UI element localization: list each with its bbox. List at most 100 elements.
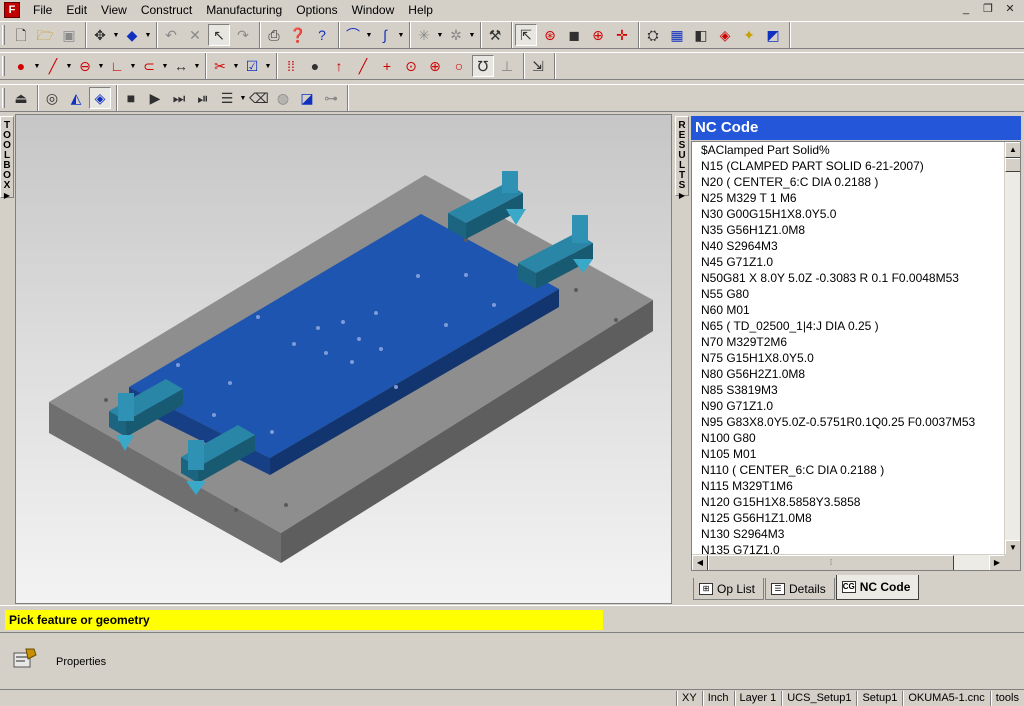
arc-dropdown-icon[interactable]: ▼ (365, 32, 373, 39)
properties-icon[interactable] (12, 647, 38, 669)
status-plane[interactable]: XY (676, 690, 702, 706)
nc-code-line[interactable]: N15 (CLAMPED PART SOLID 6-21-2007) (701, 158, 1001, 174)
snap-diagonal-icon[interactable]: ╱ (352, 55, 374, 77)
stop-icon[interactable]: ■ (120, 87, 142, 109)
menu-edit[interactable]: Edit (59, 0, 94, 20)
status-ucs[interactable]: UCS_Setup1 (781, 690, 856, 706)
feature-pick-icon[interactable]: ⊛ (539, 24, 561, 46)
scroll-right-icon[interactable]: ▶ (989, 555, 1005, 570)
snap-cross-icon[interactable]: + (376, 55, 398, 77)
nc-code-line[interactable]: N85 S3819M3 (701, 382, 1001, 398)
sim-options-dropdown-icon[interactable]: ▼ (239, 95, 247, 102)
horizontal-scrollbar[interactable]: ◀ ⁞ ▶ (692, 554, 1005, 570)
help-pointer-icon[interactable]: ❓ (287, 24, 309, 46)
tab-op-list[interactable]: ⊞ Op List (693, 578, 765, 600)
eraser-icon[interactable]: ⌫ (248, 87, 270, 109)
line-icon[interactable]: ╱ (42, 55, 64, 77)
point-grid-dropdown-icon[interactable]: ▼ (468, 32, 476, 39)
spline-dropdown-icon[interactable]: ▼ (397, 32, 405, 39)
open-folder-icon[interactable]: 🗁 (34, 24, 56, 46)
restore-button[interactable]: ❐ (978, 2, 998, 18)
line-dropdown-icon[interactable]: ▼ (65, 63, 73, 70)
vertical-scroll-thumb[interactable] (1005, 158, 1020, 172)
nc-code-line[interactable]: N100 G80 (701, 430, 1001, 446)
nc-code-list[interactable]: $AClamped Part Solid% N15 (CLAMPED PART S… (691, 141, 1021, 571)
measure-tool-icon[interactable]: ⚒ (484, 24, 506, 46)
step-icon[interactable]: ⏯ (192, 87, 214, 109)
nc-code-line[interactable]: N65 ( TD_02500_1|4:J DIA 0.25 ) (701, 318, 1001, 334)
chart-icon[interactable]: ◪ (296, 87, 318, 109)
toolbar-grip[interactable] (2, 56, 5, 76)
point-icon[interactable]: ● (10, 55, 32, 77)
nc-code-line[interactable]: N20 ( CENTER_6:C DIA 0.2188 ) (701, 174, 1001, 190)
point-dropdown-icon[interactable]: ▼ (33, 63, 41, 70)
nc-code-line[interactable]: N35 G56H1Z1.0M8 (701, 222, 1001, 238)
nc-code-line[interactable]: N130 S2964M3 (701, 526, 1001, 542)
nc-code-line[interactable]: N90 G71Z1.0 (701, 398, 1001, 414)
vertical-scrollbar[interactable]: ▲ ▼ (1004, 142, 1020, 556)
fixture-icon[interactable]: ⊕ (587, 24, 609, 46)
dimension-dropdown-icon[interactable]: ▼ (193, 63, 201, 70)
toolbar-grip[interactable] (2, 25, 5, 45)
shaded-view-icon[interactable]: ◈ (89, 87, 111, 109)
nc-code-line[interactable]: N115 M329T1M6 (701, 478, 1001, 494)
arc-tool-dropdown-icon[interactable]: ▼ (161, 63, 169, 70)
nc-code-line[interactable]: N25 M329 T 1 M6 (701, 190, 1001, 206)
menu-options[interactable]: Options (289, 0, 344, 20)
globe-icon[interactable]: ◍ (272, 87, 294, 109)
menu-construct[interactable]: Construct (134, 0, 199, 20)
help-icon[interactable]: ? (311, 24, 333, 46)
nc-code-line[interactable]: N40 S2964M3 (701, 238, 1001, 254)
nc-code-line[interactable]: N120 G15H1X8.5858Y3.5858 (701, 494, 1001, 510)
nc-code-line[interactable]: N70 M329T2M6 (701, 334, 1001, 350)
point-snap-dropdown-icon[interactable]: ▼ (436, 32, 444, 39)
render-dropdown-icon[interactable]: ▼ (144, 32, 152, 39)
circle-dropdown-icon[interactable]: ▼ (97, 63, 105, 70)
results-tab[interactable]: RESULTS ▶ (675, 116, 689, 200)
arc-curve-icon[interactable]: ⌒ (342, 24, 364, 46)
redo-icon[interactable]: ↷ (232, 24, 254, 46)
toolbar-grip[interactable] (2, 88, 5, 108)
eject-icon[interactable]: ⏏ (10, 87, 32, 109)
snap-perpendicular-icon[interactable]: ⊥ (496, 55, 518, 77)
snap-vertical-icon[interactable]: ↑ (328, 55, 350, 77)
minimize-button[interactable]: _ (956, 2, 976, 18)
delete-icon[interactable]: ✕ (184, 24, 206, 46)
snap-circle-icon[interactable]: ○ (448, 55, 470, 77)
trim-dropdown-icon[interactable]: ▼ (232, 63, 240, 70)
snap-quadrant-icon[interactable]: ⊕ (424, 55, 446, 77)
part-color-icon[interactable]: ◈ (714, 24, 736, 46)
print-icon[interactable]: ⎙ (263, 24, 285, 46)
machine-icon[interactable]: ⛭ (642, 24, 664, 46)
play-icon[interactable]: ▶ (144, 87, 166, 109)
point-snap-icon[interactable]: ✳ (413, 24, 435, 46)
new-file-icon[interactable]: 🗋 (10, 24, 32, 46)
tab-nc-code[interactable]: CG NC Code (835, 575, 920, 600)
spline-curve-icon[interactable]: ∫ (374, 24, 396, 46)
slider-icon[interactable]: ⊶ (320, 87, 342, 109)
nc-code-line[interactable]: N80 G56H2Z1.0M8 (701, 366, 1001, 382)
check-icon[interactable]: ☑ (241, 55, 263, 77)
point-grid-icon[interactable]: ✲ (445, 24, 467, 46)
snap-tangent-icon[interactable]: ℧ (472, 55, 494, 77)
nc-code-line[interactable]: N45 G71Z1.0 (701, 254, 1001, 270)
snap-center-icon[interactable]: ⊙ (400, 55, 422, 77)
nc-code-line[interactable]: N110 ( CENTER_6:C DIA 0.2188 ) (701, 462, 1001, 478)
menu-manufacturing[interactable]: Manufacturing (199, 0, 289, 20)
undo-icon[interactable]: ↶ (160, 24, 182, 46)
toolbox-tab[interactable]: TOOLBOX ▶ (0, 116, 14, 200)
target-view-icon[interactable]: ◎ (41, 87, 63, 109)
save-icon[interactable]: ▣ (58, 24, 80, 46)
pan-dropdown-icon[interactable]: ▼ (112, 32, 120, 39)
menu-window[interactable]: Window (345, 0, 402, 20)
nc-code-line[interactable]: N75 G15H1X8.0Y5.0 (701, 350, 1001, 366)
nc-code-line[interactable]: N125 G56H1Z1.0M8 (701, 510, 1001, 526)
shading-icon[interactable]: ◩ (762, 24, 784, 46)
select-pointer-icon[interactable]: ↖ (208, 24, 230, 46)
dimension-icon[interactable]: ↔ (170, 55, 192, 77)
menu-view[interactable]: View (94, 0, 134, 20)
fast-forward-icon[interactable]: ⏭ (168, 87, 190, 109)
status-setup[interactable]: Setup1 (856, 690, 902, 706)
nc-code-line[interactable]: N30 G00G15H1X8.0Y5.0 (701, 206, 1001, 222)
trim-icon[interactable]: ✂ (209, 55, 231, 77)
